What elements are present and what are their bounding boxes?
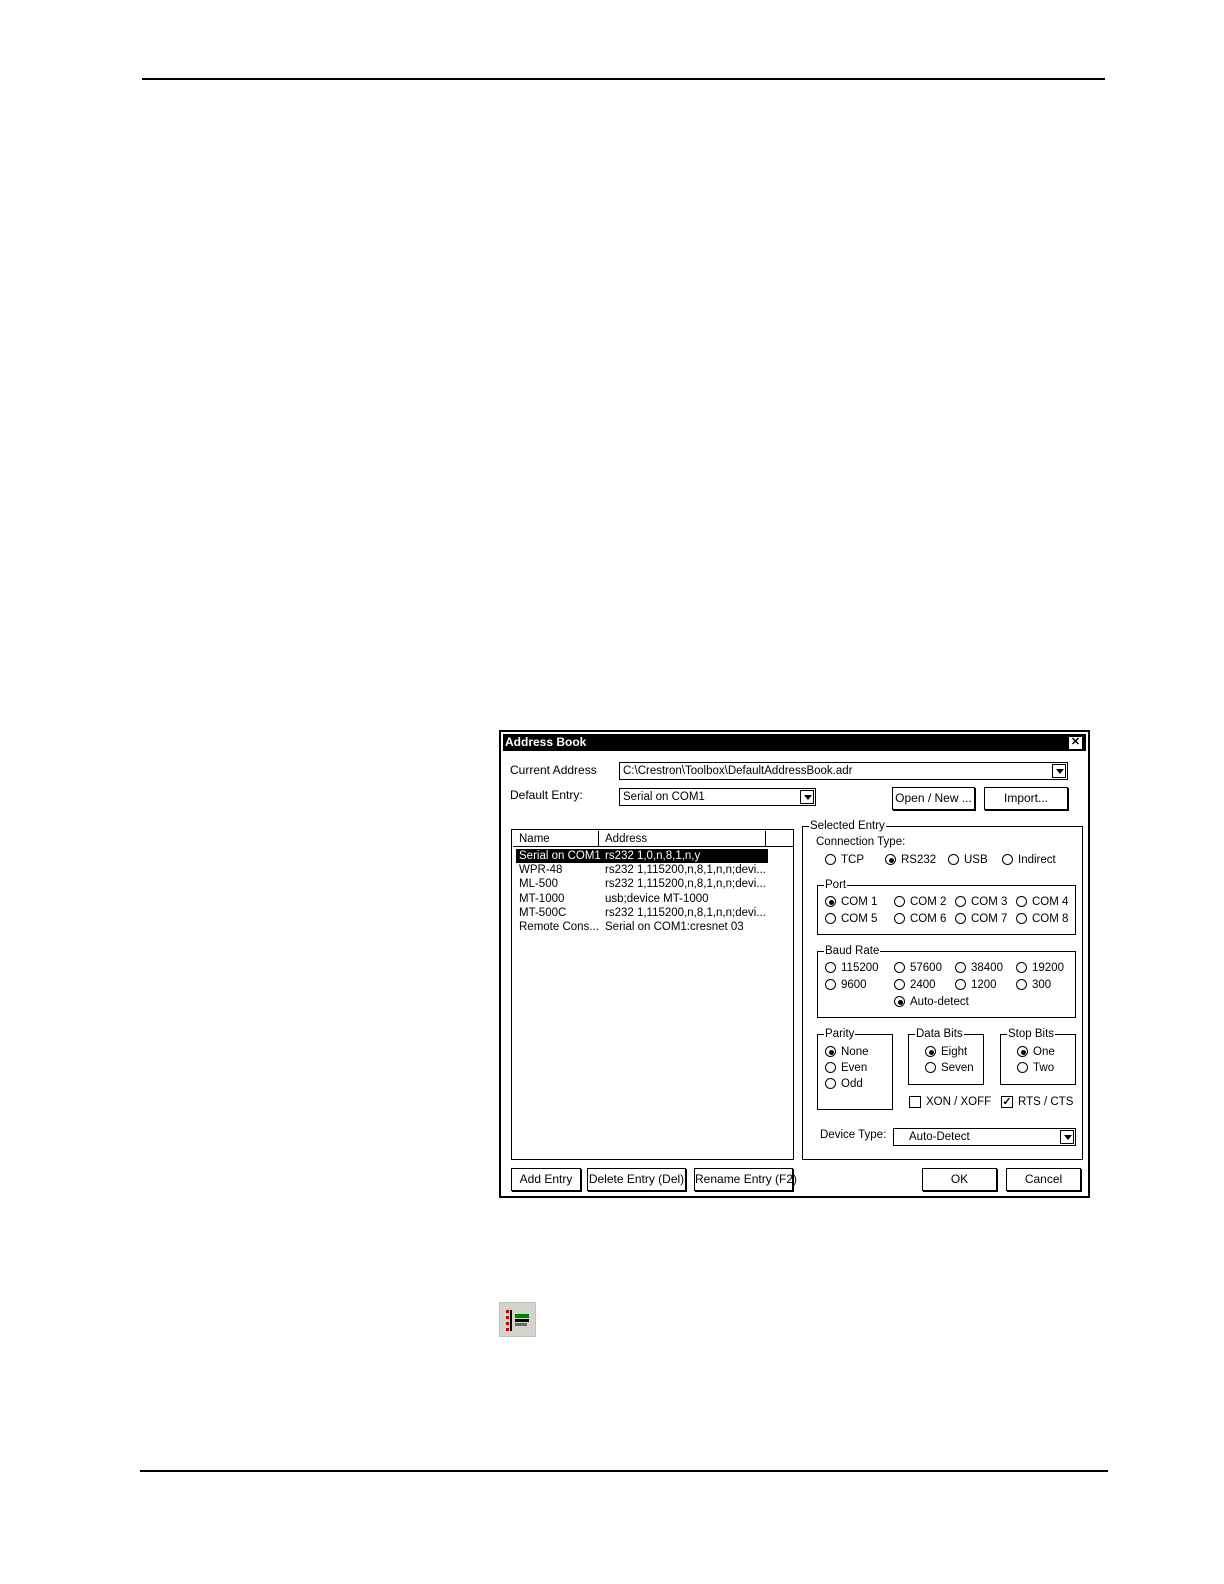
connection-tcp-radio[interactable]: TCP: [825, 854, 864, 867]
close-icon[interactable]: ✕: [1068, 736, 1083, 750]
port-com8-radio[interactable]: COM 8: [1016, 913, 1068, 926]
list-item-name: WPR-48: [519, 864, 563, 876]
list-item[interactable]: MT-1000 usb;device MT-1000: [516, 892, 768, 906]
open-new-button[interactable]: Open / New ...: [892, 787, 975, 810]
device-type-combo[interactable]: Auto-Detect: [893, 1128, 1076, 1146]
rts-cts-checkbox[interactable]: ✓ RTS / CTS: [1001, 1096, 1073, 1109]
footer-rule: [140, 1470, 1108, 1472]
port-group: Port COM 1 COM 2 COM 3 COM 4 COM 5 COM 6…: [817, 878, 1076, 935]
column-header-spacer: [766, 831, 793, 847]
baud-9600-radio[interactable]: 9600: [825, 979, 867, 992]
parity-odd-radio[interactable]: Odd: [825, 1078, 863, 1091]
import-button[interactable]: Import...: [984, 787, 1068, 810]
port-title: Port: [824, 878, 848, 892]
port-com3-radio[interactable]: COM 3: [955, 896, 1007, 909]
port-com7-radio[interactable]: COM 7: [955, 913, 1007, 926]
port-com5-radio[interactable]: COM 5: [825, 913, 877, 926]
parity-title: Parity: [824, 1027, 856, 1041]
baud-19200-radio[interactable]: 19200: [1016, 962, 1064, 975]
list-item-address: rs232 1,115200,n,8,1,n,n;devi...: [605, 864, 766, 876]
list-item[interactable]: Serial on COM1 rs232 1,0,n,8,1,n,y: [516, 849, 768, 863]
port-com1-radio[interactable]: COM 1: [825, 896, 877, 909]
list-item-address: rs232 1,115200,n,8,1,n,n;devi...: [605, 907, 766, 919]
default-entry-label: Default Entry:: [510, 788, 583, 802]
baud-2400-radio[interactable]: 2400: [894, 979, 936, 992]
baud-38400-radio[interactable]: 38400: [955, 962, 1003, 975]
selected-entry-group: Selected Entry Connection Type: TCP RS23…: [802, 819, 1083, 1160]
connection-usb-radio[interactable]: USB: [948, 854, 988, 867]
current-address-label: Current Address: [510, 763, 597, 777]
stop-bits-title: Stop Bits: [1007, 1027, 1056, 1041]
data-bits-seven-radio[interactable]: Seven: [925, 1062, 974, 1075]
chevron-down-icon[interactable]: [1060, 1130, 1074, 1144]
data-bits-eight-radio[interactable]: Eight: [925, 1046, 967, 1059]
column-header-name[interactable]: Name: [513, 831, 599, 847]
list-item-name: Serial on COM1: [519, 850, 601, 862]
list-item[interactable]: WPR-48 rs232 1,115200,n,8,1,n,n;devi...: [516, 863, 768, 877]
baud-rate-title: Baud Rate: [824, 944, 881, 958]
default-entry-combo[interactable]: Serial on COM1: [619, 788, 816, 806]
rts-cts-label: RTS / CTS: [1018, 1096, 1074, 1108]
list-item-address: usb;device MT-1000: [605, 893, 709, 905]
baud-300-radio[interactable]: 300: [1016, 979, 1051, 992]
list-item-name: MT-1000: [519, 893, 565, 905]
stop-bits-one-radio[interactable]: One: [1017, 1046, 1055, 1059]
list-item-name: Remote Cons...: [519, 921, 599, 933]
device-type-label: Device Type:: [820, 1129, 887, 1141]
baud-1200-radio[interactable]: 1200: [955, 979, 997, 992]
data-bits-group: Data Bits Eight Seven: [908, 1027, 984, 1085]
stop-bits-two-radio[interactable]: Two: [1017, 1062, 1054, 1075]
port-com6-radio[interactable]: COM 6: [894, 913, 946, 926]
add-entry-button[interactable]: Add Entry: [511, 1168, 581, 1191]
default-entry-value: Serial on COM1: [623, 791, 705, 803]
cancel-button[interactable]: Cancel: [1006, 1168, 1081, 1191]
delete-entry-button[interactable]: Delete Entry (Del): [587, 1168, 686, 1191]
list-item[interactable]: MT-500C rs232 1,115200,n,8,1,n,n;devi...: [516, 906, 768, 920]
address-list[interactable]: Name Address Serial on COM1 rs232 1,0,n,…: [511, 829, 794, 1160]
port-com2-radio[interactable]: COM 2: [894, 896, 946, 909]
parity-even-radio[interactable]: Even: [825, 1062, 867, 1075]
connection-type-label: Connection Type:: [816, 836, 906, 848]
baud-rate-group: Baud Rate 115200 57600 38400 19200 9600 …: [817, 944, 1076, 1018]
xon-xoff-label: XON / XOFF: [926, 1096, 992, 1108]
list-item-address: rs232 1,115200,n,8,1,n,n;devi...: [605, 878, 766, 890]
checkbox-box: [909, 1096, 921, 1108]
connection-rs232-radio[interactable]: RS232: [885, 854, 936, 867]
dialog-title: Address Book: [505, 735, 587, 749]
rename-entry-button[interactable]: Rename Entry (F2): [694, 1168, 797, 1191]
port-com4-radio[interactable]: COM 4: [1016, 896, 1068, 909]
current-address-value: C:\Crestron\Toolbox\DefaultAddressBook.a…: [623, 765, 853, 777]
stop-bits-group: Stop Bits One Two: [1000, 1027, 1076, 1085]
current-address-combo[interactable]: C:\Crestron\Toolbox\DefaultAddressBook.a…: [619, 762, 1068, 780]
xon-xoff-checkbox[interactable]: XON / XOFF: [909, 1096, 991, 1109]
list-item[interactable]: ML-500 rs232 1,115200,n,8,1,n,n;devi...: [516, 877, 768, 891]
connection-indirect-radio[interactable]: Indirect: [1002, 854, 1056, 867]
baud-auto-detect-radio[interactable]: Auto-detect: [894, 996, 969, 1009]
data-bits-title: Data Bits: [915, 1027, 964, 1041]
device-type-value: Auto-Detect: [909, 1131, 970, 1143]
list-item-address: rs232 1,0,n,8,1,n,y: [605, 850, 701, 862]
address-book-dialog: Address Book ✕ Current Address C:\Crestr…: [499, 730, 1090, 1198]
list-item[interactable]: Remote Cons... Serial on COM1:cresnet 03: [516, 920, 768, 934]
dialog-titlebar: Address Book ✕: [503, 734, 1086, 751]
list-item-name: ML-500: [519, 878, 558, 890]
parity-none-radio[interactable]: None: [825, 1046, 869, 1059]
checkmark-icon: ✓: [1001, 1096, 1013, 1108]
chevron-down-icon[interactable]: [1052, 764, 1066, 778]
column-header-address[interactable]: Address: [599, 831, 766, 847]
ok-button[interactable]: OK: [922, 1168, 997, 1191]
chevron-down-icon[interactable]: [800, 790, 814, 804]
list-item-name: MT-500C: [519, 907, 567, 919]
baud-57600-radio[interactable]: 57600: [894, 962, 942, 975]
header-rule: [142, 78, 1105, 80]
baud-115200-radio[interactable]: 115200: [825, 962, 879, 975]
selected-entry-title: Selected Entry: [809, 819, 886, 833]
address-book-icon-graphic: [506, 1310, 529, 1331]
parity-group: Parity None Even Odd: [817, 1027, 893, 1110]
list-item-address: Serial on COM1:cresnet 03: [605, 921, 744, 933]
address-book-icon[interactable]: [499, 1302, 536, 1337]
